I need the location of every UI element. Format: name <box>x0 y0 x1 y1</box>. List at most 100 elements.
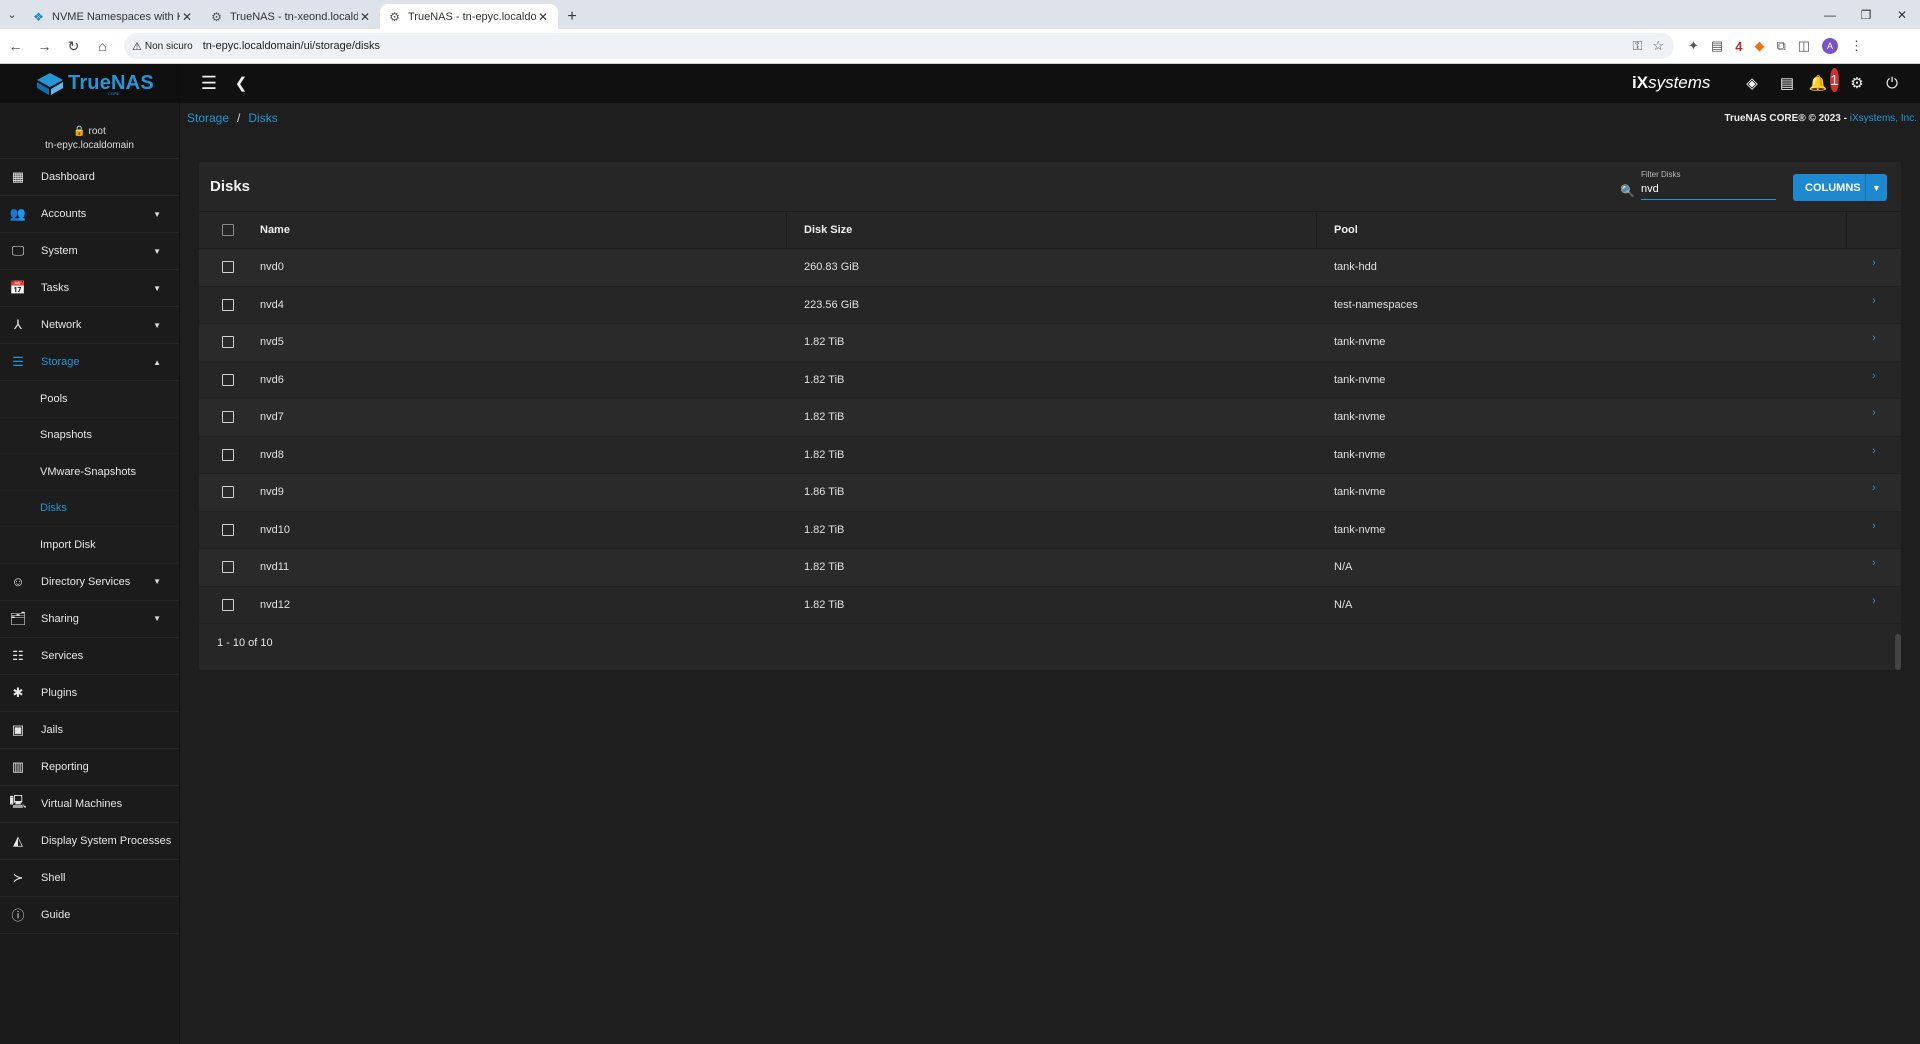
metamask-icon[interactable]: ◆ <box>1754 38 1764 54</box>
browser-tab-3[interactable]: ⚙ TrueNAS - tn-epyc.localdomain ✕ <box>380 4 558 29</box>
sidebar-item-tasks[interactable]: 📅 Tasks ▼ <box>0 270 179 307</box>
browser-menu-icon[interactable]: ⋮ <box>1850 38 1863 54</box>
tab-search-icon[interactable]: ⌄ <box>0 0 24 29</box>
sidebar-item-plugins[interactable]: ✱ Plugins <box>0 675 179 712</box>
close-tab-icon[interactable]: ✕ <box>180 10 194 24</box>
row-checkbox[interactable] <box>222 411 234 424</box>
row-checkbox[interactable] <box>222 448 234 461</box>
table-row[interactable]: nvd10 1.82 TiB tank-nvme › <box>199 511 1901 549</box>
expand-chevron-icon[interactable]: › <box>1872 557 1876 569</box>
hamburger-menu-icon[interactable]: ☰ <box>197 71 221 95</box>
extension-badge-icon[interactable]: 4 <box>1735 39 1742 54</box>
minimize-icon[interactable]: — <box>1812 0 1848 29</box>
expand-chevron-icon[interactable]: › <box>1872 257 1876 269</box>
settings-gear-icon[interactable]: ⚙ <box>1845 71 1869 95</box>
browser-tab-1[interactable]: ❖ NVME Namespaces with Kingst ✕ <box>24 4 202 29</box>
table-row[interactable]: nvd12 1.82 TiB N/A › <box>199 586 1901 624</box>
table-row[interactable]: nvd0 260.83 GiB tank-hdd › <box>199 249 1901 287</box>
task-manager-icon[interactable]: ▤ <box>1775 71 1799 95</box>
expand-chevron-icon[interactable]: › <box>1872 595 1876 607</box>
column-header-name[interactable]: Name <box>257 212 787 248</box>
expand-chevron-icon[interactable]: › <box>1872 332 1876 344</box>
caret-down-icon[interactable]: ▼ <box>153 577 161 586</box>
row-checkbox[interactable] <box>222 598 234 611</box>
caret-down-icon[interactable]: ▼ <box>153 614 161 623</box>
row-checkbox[interactable] <box>222 373 234 386</box>
truenas-logo[interactable]: TrueNAS CORE <box>0 64 180 103</box>
sidebar-item-sharing[interactable]: 🗂 Sharing ▼ <box>0 601 179 638</box>
expand-chevron-icon[interactable]: › <box>1872 445 1876 457</box>
sidebar-subitem-pools[interactable]: Pools <box>0 381 179 418</box>
profile-avatar[interactable]: A <box>1822 38 1839 54</box>
expand-chevron-icon[interactable]: › <box>1872 482 1876 494</box>
row-checkbox[interactable] <box>222 261 234 274</box>
row-checkbox[interactable] <box>222 561 234 574</box>
caret-down-icon[interactable]: ▼ <box>153 210 161 219</box>
password-key-icon[interactable]: ⚿ <box>1632 38 1642 54</box>
side-panel-icon[interactable]: ◫ <box>1798 38 1810 54</box>
sidebar-item-services[interactable]: ☷ Services <box>0 638 179 675</box>
row-checkbox[interactable] <box>222 523 234 536</box>
sidebar-item-jails[interactable]: ▣ Jails <box>0 712 179 749</box>
close-tab-icon[interactable]: ✕ <box>358 10 372 24</box>
restore-icon[interactable]: ❐ <box>1848 0 1884 29</box>
row-checkbox[interactable] <box>222 298 234 311</box>
sidebar-item-storage[interactable]: ☰ Storage ▲ <box>0 344 179 381</box>
collapse-chevron-icon[interactable]: ❮ <box>229 71 253 95</box>
sidebar-item-network[interactable]: ⅄ Network ▼ <box>0 307 179 344</box>
browser-tab-2[interactable]: ⚙ TrueNAS - tn-xeond.localdomai ✕ <box>202 4 380 29</box>
extensions-puzzle-icon[interactable]: ⧉ <box>1776 38 1785 54</box>
close-tab-icon[interactable]: ✕ <box>536 10 550 24</box>
columns-button[interactable]: COLUMNS ▼ <box>1793 174 1887 201</box>
sidebar-item-shell[interactable]: ≻ Shell <box>0 860 179 897</box>
row-checkbox[interactable] <box>222 486 234 499</box>
notifications-bell-icon[interactable]: 🔔 1 <box>1808 68 1839 95</box>
extension-sparkle-icon[interactable]: ✦ <box>1688 38 1699 54</box>
power-icon[interactable]: ⏻ <box>1880 71 1904 95</box>
sidebar-item-accounts[interactable]: 👥 Accounts ▼ <box>0 196 179 233</box>
security-indicator[interactable]: ⚠ Non sicuro <box>132 40 193 53</box>
expand-chevron-icon[interactable]: › <box>1872 407 1876 419</box>
table-row[interactable]: nvd4 223.56 GiB test-namespaces › <box>199 286 1901 324</box>
sidebar-subitem-disks[interactable]: Disks <box>0 490 179 527</box>
caret-up-icon[interactable]: ▲ <box>153 358 161 367</box>
table-row[interactable]: nvd7 1.82 TiB tank-nvme › <box>199 399 1901 437</box>
ixsystems-link[interactable]: iXsystems, Inc. <box>1850 113 1917 124</box>
table-row[interactable]: nvd8 1.82 TiB tank-nvme › <box>199 436 1901 474</box>
forward-arrow-icon[interactable]: → <box>31 33 58 60</box>
breadcrumb-disks[interactable]: Disks <box>248 111 277 125</box>
table-row[interactable]: nvd6 1.82 TiB tank-nvme › <box>199 361 1901 399</box>
sidebar-subitem-import disk[interactable]: Import Disk <box>0 527 179 564</box>
bookmark-star-icon[interactable]: ☆ <box>1652 38 1664 54</box>
sidebar-item-virtual-machines[interactable]: 🖳 Virtual Machines <box>0 786 179 823</box>
sidebar-subitem-snapshots[interactable]: Snapshots <box>0 417 179 454</box>
expand-chevron-icon[interactable]: › <box>1872 370 1876 382</box>
caret-down-icon[interactable]: ▼ <box>153 321 161 330</box>
ixsystems-logo[interactable]: iXsystems <box>1632 73 1710 93</box>
caret-down-icon[interactable]: ▼ <box>1865 174 1887 201</box>
table-row[interactable]: nvd11 1.82 TiB N/A › <box>199 549 1901 587</box>
caret-down-icon[interactable]: ▼ <box>153 247 161 256</box>
column-header-pool[interactable]: Pool <box>1317 212 1847 248</box>
sidebar-item-reporting[interactable]: ▥ Reporting <box>0 749 179 786</box>
scrollbar-thumb[interactable] <box>1895 634 1901 670</box>
sidebar-item-dashboard[interactable]: ▦ Dashboard <box>0 159 179 196</box>
sidebar-item-guide[interactable]: ⓘ Guide <box>0 897 179 934</box>
breadcrumb-storage[interactable]: Storage <box>187 111 229 125</box>
sidebar-item-system[interactable]: 🖵 System ▼ <box>0 233 179 270</box>
url-text[interactable]: tn-epyc.localdomain/ui/storage/disks <box>203 40 1633 52</box>
expand-chevron-icon[interactable]: › <box>1872 295 1876 307</box>
row-checkbox[interactable] <box>222 336 234 349</box>
sidebar-item-display-system-processes[interactable]: ◭ Display System Processes <box>0 823 179 860</box>
back-arrow-icon[interactable]: ← <box>2 33 29 60</box>
table-row[interactable]: nvd5 1.82 TiB tank-nvme › <box>199 324 1901 362</box>
home-icon[interactable]: ⌂ <box>89 33 116 60</box>
caret-down-icon[interactable]: ▼ <box>153 284 161 293</box>
expand-chevron-icon[interactable]: › <box>1872 520 1876 532</box>
extension-translate-icon[interactable]: ▤ <box>1711 38 1723 54</box>
reload-icon[interactable]: ↻ <box>60 33 87 60</box>
sidebar-subitem-vmware-snapshots[interactable]: VMware-Snapshots <box>0 454 179 491</box>
truecommand-icon[interactable]: ◈ <box>1740 71 1764 95</box>
sidebar-item-directory-services[interactable]: ☺ Directory Services ▼ <box>0 564 179 601</box>
new-tab-button[interactable]: + <box>558 4 586 29</box>
